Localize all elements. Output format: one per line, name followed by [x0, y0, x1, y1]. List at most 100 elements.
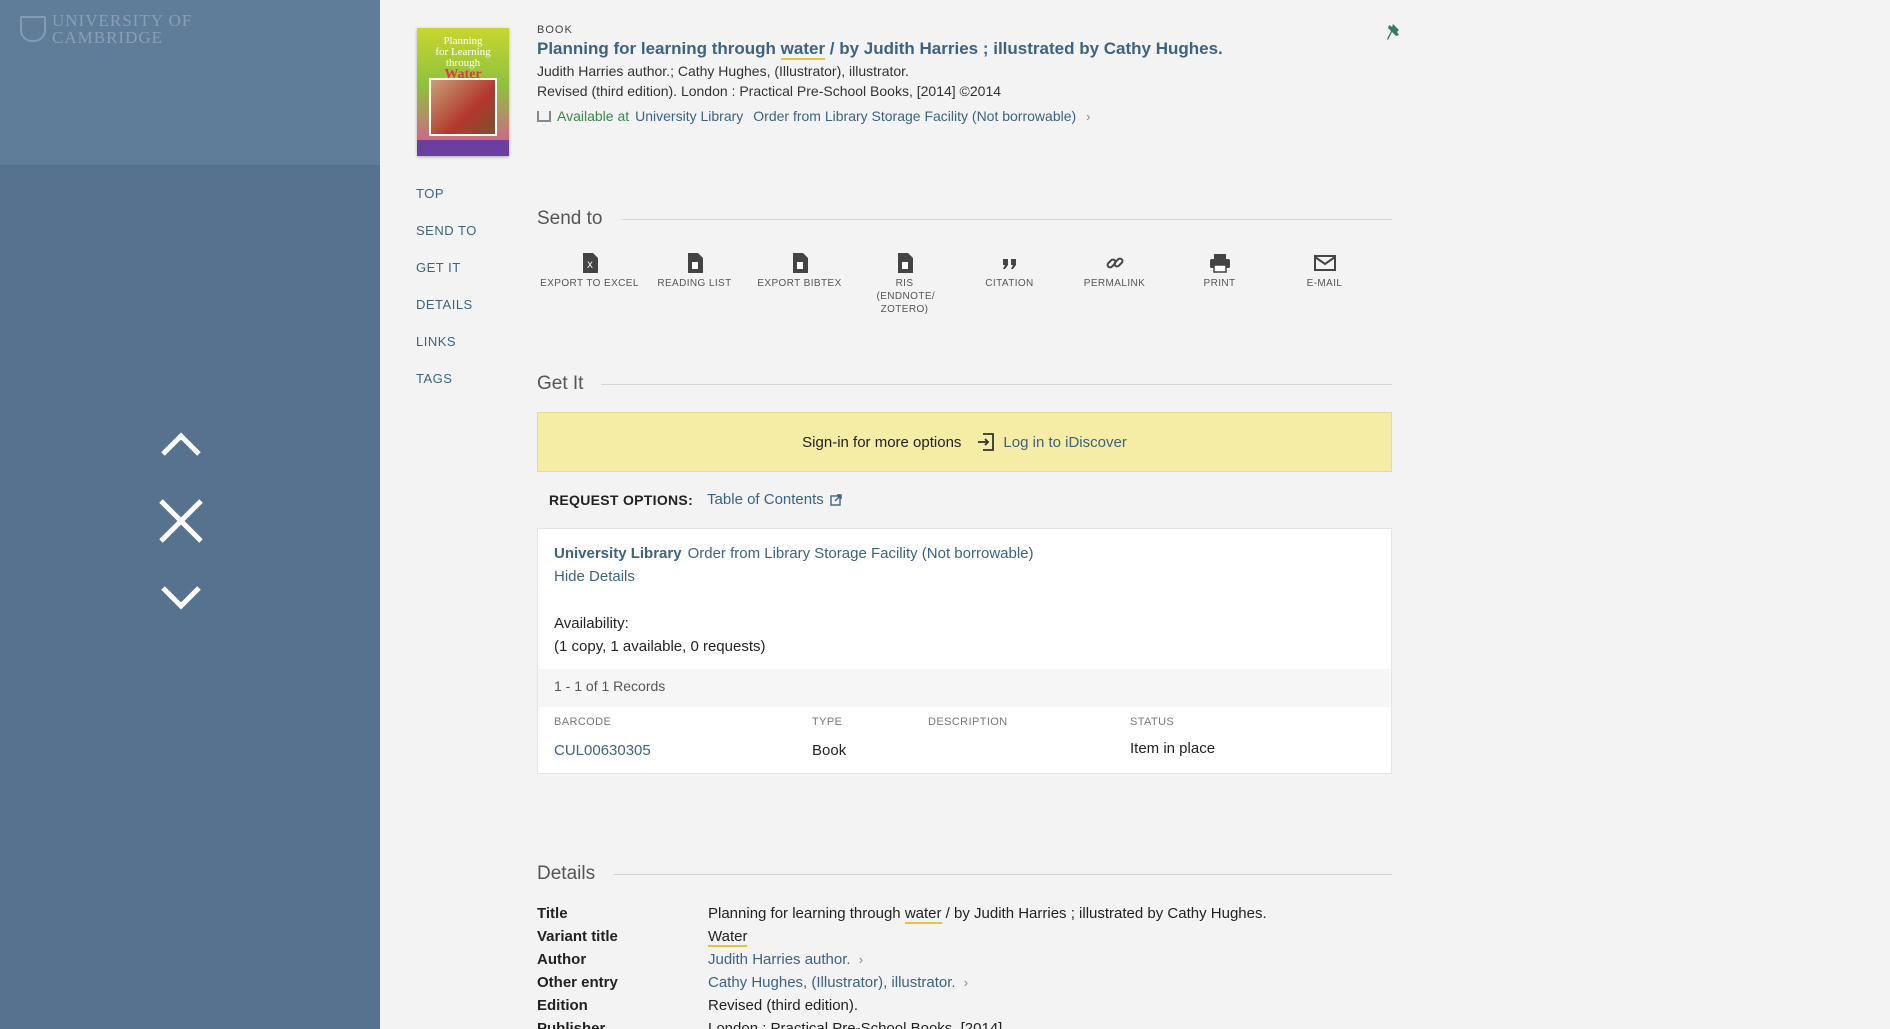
export-bibtex-button[interactable]: EXPORT BIBTEX: [747, 253, 852, 316]
close-record-icon[interactable]: [155, 495, 207, 547]
col-barcode: BARCODE: [554, 716, 612, 728]
bibtex-file-icon: [792, 253, 808, 273]
next-record-chevron-down-icon[interactable]: [155, 572, 207, 624]
item-description: [912, 731, 1114, 773]
cover-title: Planning for Learning through Water: [435, 35, 491, 82]
nav-details[interactable]: DETAILS: [416, 297, 477, 312]
send-to-actions: X EXPORT TO EXCEL READING LIST EXPORT BI…: [537, 253, 1392, 316]
availability-status[interactable]: Available at University Library Order fr…: [537, 108, 1397, 124]
request-options-label: REQUEST OPTIONS:: [549, 491, 694, 508]
details-section-header: Details: [537, 863, 1392, 885]
pin-record-icon[interactable]: [1385, 22, 1405, 44]
other-entry-link[interactable]: Cathy Hughes, (Illustrator), illustrator…: [708, 971, 968, 994]
ris-file-icon: [897, 253, 913, 273]
nav-top[interactable]: TOP: [416, 186, 477, 201]
quote-icon: [1002, 259, 1016, 269]
chevron-right-icon: ›: [963, 975, 969, 990]
detail-key: Title: [537, 905, 568, 922]
record-brief: BOOK Planning for learning through water…: [537, 24, 1397, 124]
excel-file-icon: X: [582, 253, 598, 273]
export-ris-button[interactable]: RIS (ENDNOTE/ ZOTERO): [852, 253, 957, 316]
detail-key: Edition: [537, 997, 588, 1014]
email-button[interactable]: E-MAIL: [1272, 253, 1377, 316]
previous-record-chevron-up-icon[interactable]: [155, 418, 207, 470]
item-type: Book: [812, 741, 847, 759]
holding-location: University Library Order from Library Sto…: [554, 545, 1375, 562]
divider: [613, 873, 1392, 875]
reading-list-button[interactable]: READING LIST: [642, 253, 747, 316]
get-it-heading: Get It: [537, 373, 584, 394]
availability-label: Availability:: [554, 615, 629, 632]
chevron-right-icon: ›: [1086, 108, 1091, 124]
send-to-section-header: Send to: [537, 208, 1392, 230]
signin-text: Sign-in for more options: [802, 433, 962, 451]
col-type: TYPE: [812, 716, 843, 728]
citation-button[interactable]: CITATION: [957, 253, 1062, 316]
export-excel-button[interactable]: X EXPORT TO EXCEL: [537, 253, 642, 316]
available-at-label: Available at: [557, 108, 630, 124]
detail-key: Author: [537, 951, 587, 968]
holding-library: University Library: [554, 545, 682, 562]
detail-row-publisher: Publisher London : Practical Pre-School …: [537, 1017, 1437, 1029]
holding-panel: University Library Order from Library Sto…: [537, 528, 1392, 774]
detail-row-title: Title Planning for learning through wate…: [537, 902, 1437, 925]
table-of-contents-link[interactable]: Table of Contents: [707, 491, 842, 508]
detail-row-edition: Edition Revised (third edition).: [537, 994, 1437, 1017]
divider: [601, 383, 1392, 385]
link-icon: [1106, 257, 1123, 269]
details-heading: Details: [537, 863, 596, 884]
get-it-section-header: Get It: [537, 373, 1392, 395]
details-list: Title Planning for learning through wate…: [537, 902, 1437, 1029]
divider: [620, 218, 1392, 220]
login-label: Log in to iDiscover: [1003, 433, 1127, 451]
university-logo[interactable]: UNIVERSITY OF CAMBRIDGE: [20, 12, 192, 46]
full-record-view: Planning for Learning through Water TOP SEN…: [380, 0, 1890, 1029]
detail-value: Revised (third edition).: [708, 997, 859, 1014]
logo-text-line2: CAMBRIDGE: [52, 28, 164, 47]
record-title[interactable]: Planning for learning through water / by…: [537, 39, 1397, 60]
signin-banner: Sign-in for more options Log in to iDisc…: [537, 412, 1392, 472]
item-barcode[interactable]: CUL00630305: [538, 731, 796, 773]
record-edition: Revised (third edition). London : Practi…: [537, 83, 1002, 99]
available-library: University Library: [635, 108, 744, 124]
table-row[interactable]: CUL00630305 Book Item in place: [538, 731, 1391, 773]
email-icon: [1313, 255, 1336, 271]
login-button[interactable]: Log in to iDiscover: [977, 432, 1127, 452]
items-table: BARCODE TYPE DESCRIPTION STATUS CUL00630…: [538, 707, 1391, 773]
permalink-button[interactable]: PERMALINK: [1062, 253, 1167, 316]
availability-value: (1 copy, 1 available, 0 requests): [554, 638, 766, 655]
toc-label: Table of Contents: [707, 491, 824, 508]
cover-strip: [417, 140, 509, 156]
resource-type: BOOK: [537, 24, 573, 36]
col-description: DESCRIPTION: [928, 716, 1008, 728]
print-button[interactable]: PRINT: [1167, 253, 1272, 316]
record-section-nav: TOP SEND TO GET IT DETAILS LINKS TAGS: [416, 186, 477, 408]
col-status: STATUS: [1130, 716, 1175, 728]
hide-details-link[interactable]: Hide Details: [554, 568, 1375, 585]
cover-photo: [429, 78, 497, 136]
nav-get-it[interactable]: GET IT: [416, 260, 477, 275]
nav-tags[interactable]: TAGS: [416, 371, 477, 386]
detail-key: Other entry: [537, 974, 618, 991]
nav-links[interactable]: LINKS: [416, 334, 477, 349]
available-location: Order from Library Storage Facility (Not…: [753, 108, 1077, 124]
logo-text-line1: UNIVERSITY OF: [52, 11, 193, 30]
holding-sublocation: Order from Library Storage Facility (Not…: [687, 545, 1034, 562]
svg-text:X: X: [586, 261, 592, 271]
nav-send-to[interactable]: SEND TO: [416, 223, 477, 238]
author-link[interactable]: Judith Harries author. ›: [708, 948, 863, 971]
overlay-side-panel: UNIVERSITY OF CAMBRIDGE: [0, 0, 380, 1029]
login-icon: [978, 433, 995, 451]
detail-row-author: Author Judith Harries author. ›: [537, 948, 1437, 971]
record-navigation: [155, 418, 207, 649]
table-header-row: BARCODE TYPE DESCRIPTION STATUS: [538, 707, 1391, 731]
external-link-icon: [830, 493, 842, 506]
detail-value: Planning for learning through water / by…: [708, 905, 1267, 924]
request-options: REQUEST OPTIONS: Table of Contents: [549, 491, 842, 508]
reading-list-icon: [687, 253, 703, 273]
detail-row-variant-title: Variant title Water: [537, 925, 1437, 948]
book-cover-thumbnail[interactable]: Planning for Learning through Water: [417, 28, 509, 156]
chevron-right-icon: ›: [858, 952, 864, 967]
send-to-heading: Send to: [537, 208, 603, 229]
crest-icon: [20, 16, 46, 42]
